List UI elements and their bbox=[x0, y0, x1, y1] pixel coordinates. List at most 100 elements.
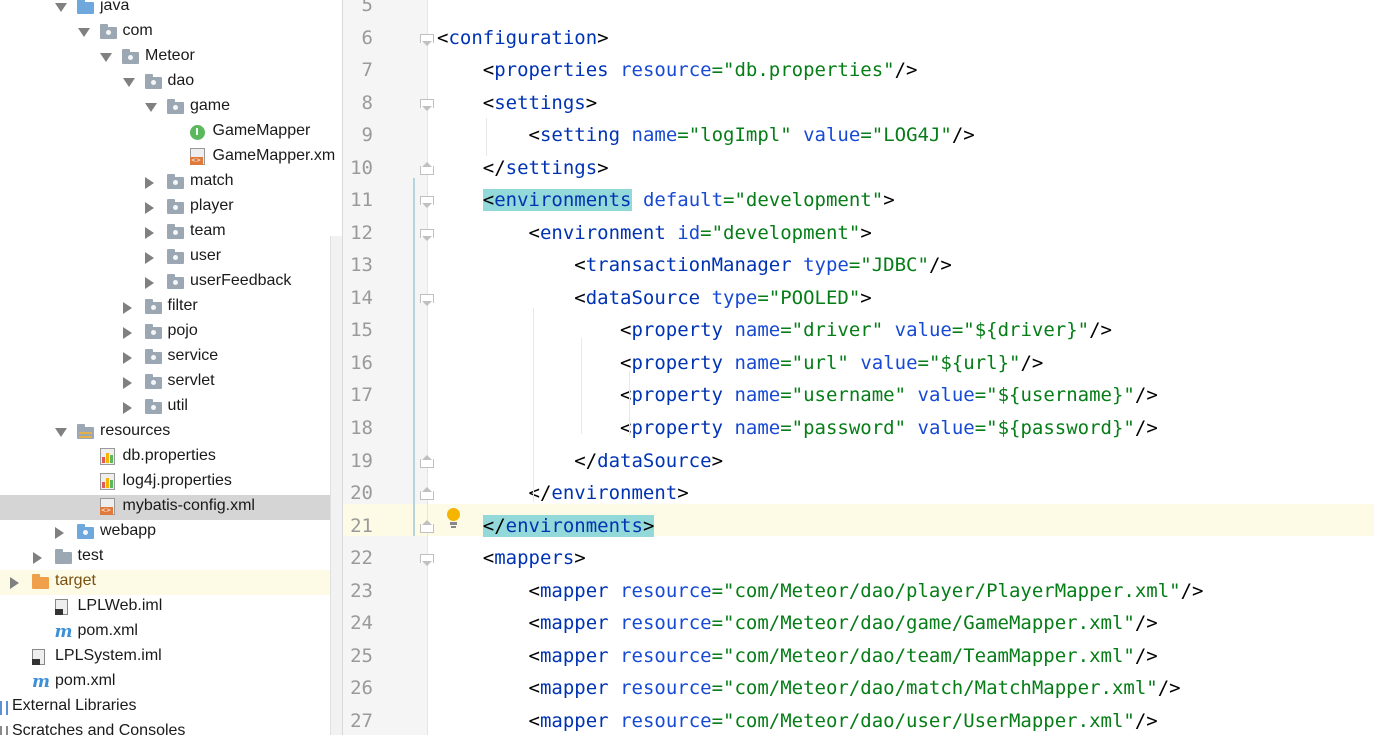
chevron-right-icon[interactable] bbox=[122, 302, 132, 314]
chevron-right-icon[interactable] bbox=[145, 277, 154, 289]
code-line[interactable]: <mapper resource="com/Meteor/dao/team/Te… bbox=[437, 645, 1158, 667]
tree-item[interactable]: target bbox=[0, 570, 342, 595]
tree-item[interactable]: filter bbox=[0, 295, 342, 320]
line-number: 20 bbox=[350, 482, 373, 505]
code-line[interactable]: <environment id="development"> bbox=[437, 222, 872, 244]
chevron-down-icon[interactable] bbox=[55, 428, 67, 437]
code-line[interactable]: <configuration> bbox=[437, 27, 609, 49]
tree-item[interactable]: service bbox=[0, 345, 342, 370]
chevron-right-icon[interactable] bbox=[145, 227, 154, 239]
module-file-icon bbox=[54, 599, 68, 615]
tree-item[interactable]: player bbox=[0, 195, 342, 220]
code-line[interactable]: <mapper resource="com/Meteor/dao/game/Ga… bbox=[437, 612, 1158, 634]
fold-end-icon[interactable] bbox=[420, 487, 434, 501]
tree-item-label: java bbox=[100, 0, 130, 14]
tree-item[interactable]: match bbox=[0, 170, 342, 195]
tree-item[interactable]: External Libraries bbox=[0, 695, 342, 720]
chevron-down-icon[interactable] bbox=[122, 78, 135, 87]
fold-end-icon[interactable] bbox=[420, 519, 434, 533]
tree-item[interactable]: test bbox=[0, 545, 342, 570]
package-icon bbox=[167, 224, 184, 239]
code-line[interactable]: <mapper resource="com/Meteor/dao/match/M… bbox=[437, 677, 1181, 699]
tree-item[interactable]: util bbox=[0, 395, 342, 420]
chevron-right-icon[interactable] bbox=[145, 252, 154, 264]
lightbulb-icon[interactable] bbox=[447, 508, 460, 528]
code-line[interactable]: <properties resource="db.properties"/> bbox=[437, 59, 918, 81]
fold-expanded-icon[interactable] bbox=[420, 196, 434, 209]
tree-item[interactable]: <> GameMapper.xm bbox=[0, 145, 342, 170]
chevron-right-icon[interactable] bbox=[10, 577, 19, 589]
tree-item[interactable]: servlet bbox=[0, 370, 342, 395]
code-line[interactable]: <transactionManager type="JDBC"/> bbox=[437, 254, 952, 276]
folder-icon bbox=[54, 549, 72, 564]
chevron-right-icon[interactable] bbox=[145, 202, 154, 214]
tree-item[interactable]: db.properties bbox=[0, 445, 342, 470]
tree-item[interactable]: log4j.properties bbox=[0, 470, 342, 495]
code-line[interactable]: <property name="password" value="${passw… bbox=[437, 417, 1158, 439]
tree-item[interactable]: Scratches and Consoles bbox=[0, 720, 342, 735]
fold-expanded-icon[interactable] bbox=[420, 293, 434, 306]
tree-item-label: user bbox=[190, 247, 222, 264]
chevron-right-icon[interactable] bbox=[122, 352, 132, 364]
fold-expanded-icon[interactable] bbox=[420, 98, 434, 111]
tree-item[interactable]: resources bbox=[0, 420, 342, 445]
chevron-down-icon[interactable] bbox=[100, 53, 112, 62]
tree-item[interactable]: game bbox=[0, 95, 342, 120]
code-line[interactable]: </environment> bbox=[437, 482, 689, 504]
tree-item[interactable]: team bbox=[0, 220, 342, 245]
code-line[interactable]: </environments> bbox=[437, 514, 655, 537]
code-line[interactable]: <environments default="development"> bbox=[437, 189, 895, 212]
tree-item[interactable]: pojo bbox=[0, 320, 342, 345]
code-line[interactable]: <dataSource type="POOLED"> bbox=[437, 287, 871, 309]
tree-item[interactable]: LPLSystem.iml bbox=[0, 645, 342, 670]
tree-item[interactable]: Meteor bbox=[0, 45, 342, 70]
chevron-right-icon[interactable] bbox=[122, 402, 132, 414]
tree-item[interactable]: userFeedback bbox=[0, 270, 342, 295]
chevron-right-icon[interactable] bbox=[32, 552, 42, 564]
tree-item[interactable]: com bbox=[0, 20, 342, 45]
package-icon bbox=[144, 74, 162, 89]
chevron-right-icon[interactable] bbox=[122, 377, 132, 389]
chevron-down-icon[interactable] bbox=[55, 3, 67, 12]
fold-expanded-icon[interactable] bbox=[420, 228, 434, 241]
code-line[interactable]: <setting name="logImpl" value="LOG4J"/> bbox=[437, 124, 975, 146]
chevron-down-icon[interactable] bbox=[145, 103, 157, 112]
fold-expanded-icon[interactable] bbox=[420, 554, 434, 567]
project-tree[interactable]: java com Meteor dao game I GameMapper <> GameMap… bbox=[0, 0, 342, 735]
tree-item[interactable]: dao bbox=[0, 70, 342, 95]
tree-item[interactable]: user bbox=[0, 245, 342, 270]
fold-end-icon[interactable] bbox=[420, 454, 434, 468]
code-line[interactable]: <mappers> bbox=[437, 547, 586, 569]
line-number: 25 bbox=[350, 644, 373, 667]
tree-item[interactable]: webapp bbox=[0, 520, 342, 545]
tree-item-label: player bbox=[190, 197, 234, 214]
code-line[interactable]: <mapper resource="com/Meteor/dao/user/Us… bbox=[437, 710, 1158, 732]
code-editor[interactable]: <configuration> <properties resource="db… bbox=[343, 0, 1374, 735]
tree-item-label: util bbox=[167, 397, 188, 414]
chevron-down-icon[interactable] bbox=[77, 28, 90, 37]
chevron-right-icon[interactable] bbox=[122, 327, 132, 339]
code-line[interactable]: <mapper resource="com/Meteor/dao/player/… bbox=[437, 580, 1204, 602]
chevron-right-icon[interactable] bbox=[55, 527, 64, 539]
package-icon bbox=[144, 299, 162, 314]
line-number: 19 bbox=[350, 449, 373, 472]
tree-item[interactable]: I GameMapper bbox=[0, 120, 342, 145]
tree-item[interactable]: <> mybatis-config.xml bbox=[0, 495, 342, 520]
tree-item[interactable]: m pom.xml bbox=[0, 670, 342, 695]
fold-expanded-icon[interactable] bbox=[420, 33, 434, 46]
tree-item[interactable]: m pom.xml bbox=[0, 620, 342, 645]
code-line[interactable]: </settings> bbox=[437, 157, 609, 179]
tree-scrollbar[interactable] bbox=[330, 236, 342, 735]
line-number: 26 bbox=[350, 677, 373, 700]
code-line[interactable]: <property name="username" value="${usern… bbox=[437, 384, 1158, 406]
code-line[interactable]: <settings> bbox=[437, 92, 597, 114]
code-line[interactable]: </dataSource> bbox=[437, 450, 723, 472]
tree-item[interactable]: LPLWeb.iml bbox=[0, 595, 342, 620]
code-line[interactable]: <property name="url" value="${url}"/> bbox=[437, 352, 1043, 374]
tree-item[interactable]: java bbox=[0, 0, 342, 20]
tree-item-label: dao bbox=[167, 72, 195, 89]
chevron-right-icon[interactable] bbox=[145, 177, 154, 189]
tree-item-label: webapp bbox=[100, 522, 157, 539]
code-line[interactable]: <property name="driver" value="${driver}… bbox=[437, 319, 1112, 341]
fold-end-icon[interactable] bbox=[420, 161, 434, 175]
